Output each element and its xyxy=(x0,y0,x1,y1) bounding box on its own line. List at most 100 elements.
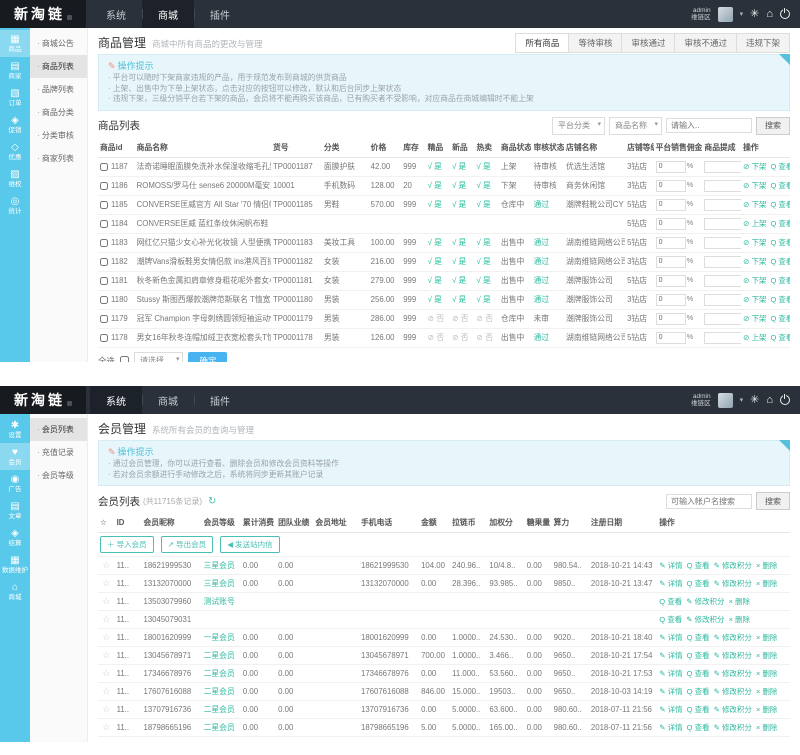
star-icon[interactable]: ☆ xyxy=(102,560,110,570)
product-name-cell[interactable]: 冠军 Champion 字母刺绣圆领短袖运动情侣T.. xyxy=(134,309,271,329)
member-edit-points-link[interactable]: 修改积分 xyxy=(686,615,724,624)
new-flag[interactable]: 是 xyxy=(452,238,466,247)
search-field-select[interactable]: 商品名称 xyxy=(609,116,662,135)
module-sidebar-item[interactable]: ▧ 订单 xyxy=(0,84,30,111)
status-tab[interactable]: 等待审核 xyxy=(568,33,623,53)
refresh-icon[interactable]: ↻ xyxy=(208,496,216,507)
new-flag[interactable]: 是 xyxy=(452,162,466,171)
hot-flag[interactable]: 是 xyxy=(476,238,490,247)
new-flag[interactable]: 是 xyxy=(452,257,466,266)
hot-flag[interactable]: 是 xyxy=(476,257,490,266)
featured-flag[interactable]: 是 xyxy=(428,181,442,190)
member-detail-link[interactable]: 详情 xyxy=(659,687,682,696)
module-sidebar-item[interactable]: ⌂ 商城 xyxy=(0,578,30,605)
logout-power-icon[interactable] xyxy=(780,393,790,405)
chevron-down-icon[interactable]: ▾ xyxy=(740,10,744,18)
member-search-input[interactable] xyxy=(666,493,752,509)
member-detail-link[interactable]: 详情 xyxy=(659,651,682,660)
member-detail-link[interactable]: 详情 xyxy=(659,723,682,732)
member-edit-points-link[interactable]: 修改积分 xyxy=(714,687,752,696)
toggle-shelf-link[interactable]: 下架 xyxy=(743,200,766,209)
sub-menu-item[interactable]: 商品分类 xyxy=(30,101,87,124)
status-tab[interactable]: 违规下架 xyxy=(735,33,790,53)
view-product-link[interactable]: 查看 xyxy=(770,257,790,266)
view-product-link[interactable]: 查看 xyxy=(770,238,790,247)
commission-input[interactable] xyxy=(655,217,686,230)
toggle-shelf-link[interactable]: 上架 xyxy=(743,333,766,342)
rebate-input[interactable] xyxy=(704,179,742,192)
member-view-link[interactable]: 查看 xyxy=(687,579,710,588)
view-product-link[interactable]: 查看 xyxy=(770,162,790,171)
member-detail-link[interactable]: 详情 xyxy=(659,561,682,570)
search-button[interactable]: 搜索 xyxy=(756,116,790,135)
status-tab[interactable]: 审核通过 xyxy=(621,33,676,53)
member-edit-points-link[interactable]: 修改积分 xyxy=(714,579,752,588)
sub-menu-item[interactable]: 会员列表 xyxy=(30,418,87,441)
member-view-link[interactable]: 查看 xyxy=(687,687,710,696)
hot-flag[interactable]: 是 xyxy=(476,295,490,304)
toggle-shelf-link[interactable]: 下架 xyxy=(743,314,766,323)
view-product-link[interactable]: 查看 xyxy=(770,219,790,228)
row-checkbox[interactable] xyxy=(100,314,108,323)
hot-flag[interactable]: 否 xyxy=(476,333,493,342)
view-product-link[interactable]: 查看 xyxy=(770,181,790,190)
hot-flag[interactable]: 是 xyxy=(476,200,490,209)
row-checkbox[interactable] xyxy=(100,295,108,304)
member-view-link[interactable]: 查看 xyxy=(659,615,682,624)
member-view-link[interactable]: 查看 xyxy=(687,561,710,570)
module-sidebar-item[interactable]: ▦ 数据维护 xyxy=(0,551,30,578)
member-detail-link[interactable]: 详情 xyxy=(659,633,682,642)
view-product-link[interactable]: 查看 xyxy=(770,314,790,323)
toggle-shelf-link[interactable]: 下架 xyxy=(743,238,766,247)
star-icon[interactable]: ☆ xyxy=(102,668,110,678)
member-detail-link[interactable]: 详情 xyxy=(659,705,682,714)
clear-cache-icon[interactable]: ✳ xyxy=(750,394,759,406)
toggle-shelf-link[interactable]: 下架 xyxy=(743,276,766,285)
clear-cache-icon[interactable]: ✳ xyxy=(750,8,759,20)
new-flag[interactable]: 否 xyxy=(452,333,469,342)
product-name-cell[interactable]: Stussy 斯图西爆款潮牌范斯联名 T恤宽松情.. xyxy=(134,290,271,310)
featured-flag[interactable]: 是 xyxy=(428,295,442,304)
commission-input[interactable] xyxy=(655,331,686,344)
module-sidebar-item[interactable]: ◈ 促销 xyxy=(0,111,30,138)
avatar[interactable] xyxy=(717,392,733,408)
rebate-input[interactable] xyxy=(704,198,742,211)
top-nav-item[interactable]: 系统 xyxy=(90,386,142,414)
commission-input[interactable] xyxy=(655,160,686,173)
sub-menu-item[interactable]: 分类审核 xyxy=(30,124,87,147)
status-tab[interactable]: 审核不通过 xyxy=(674,33,737,53)
top-nav-item[interactable]: 系统 xyxy=(90,0,142,28)
star-icon[interactable]: ☆ xyxy=(102,578,110,588)
import-members-button[interactable]: ＋ 导入会员 xyxy=(100,536,154,553)
module-sidebar-item[interactable]: ◎ 统计 xyxy=(0,192,30,219)
member-delete-link[interactable]: 删除 xyxy=(756,669,777,678)
platform-category-select[interactable]: 平台分类 xyxy=(552,116,605,135)
status-tab[interactable]: 所有商品 xyxy=(515,33,570,53)
commission-input[interactable] xyxy=(655,179,686,192)
member-detail-link[interactable]: 详情 xyxy=(659,669,682,678)
row-checkbox[interactable] xyxy=(100,276,108,285)
module-sidebar-item[interactable]: ◈ 结算 xyxy=(0,524,30,551)
star-icon[interactable]: ☆ xyxy=(102,650,110,660)
member-delete-link[interactable]: 删除 xyxy=(756,723,777,732)
rebate-input[interactable] xyxy=(704,236,742,249)
member-view-link[interactable]: 查看 xyxy=(687,669,710,678)
row-checkbox[interactable] xyxy=(100,162,108,171)
rebate-input[interactable] xyxy=(704,293,742,306)
module-sidebar-item[interactable]: ✱ 设置 xyxy=(0,416,30,443)
sub-menu-item[interactable]: 商城公告 xyxy=(30,32,87,55)
member-delete-link[interactable]: 删除 xyxy=(756,561,777,570)
star-icon[interactable]: ☆ xyxy=(102,686,110,696)
row-checkbox[interactable] xyxy=(100,200,108,209)
star-icon[interactable]: ☆ xyxy=(102,704,110,714)
featured-flag[interactable]: 是 xyxy=(428,257,442,266)
member-delete-link[interactable]: 删除 xyxy=(756,633,777,642)
row-checkbox[interactable] xyxy=(100,257,108,266)
member-delete-link[interactable]: 删除 xyxy=(756,687,777,696)
new-flag[interactable]: 是 xyxy=(452,295,466,304)
featured-flag[interactable]: 否 xyxy=(428,333,445,342)
module-sidebar-item[interactable]: ◇ 优惠 xyxy=(0,138,30,165)
product-name-cell[interactable]: CONVERSE匡威 蓝红条纹休闲帆布鞋 xyxy=(134,214,271,234)
member-view-link[interactable]: 查看 xyxy=(659,597,682,606)
new-flag[interactable]: 是 xyxy=(452,276,466,285)
